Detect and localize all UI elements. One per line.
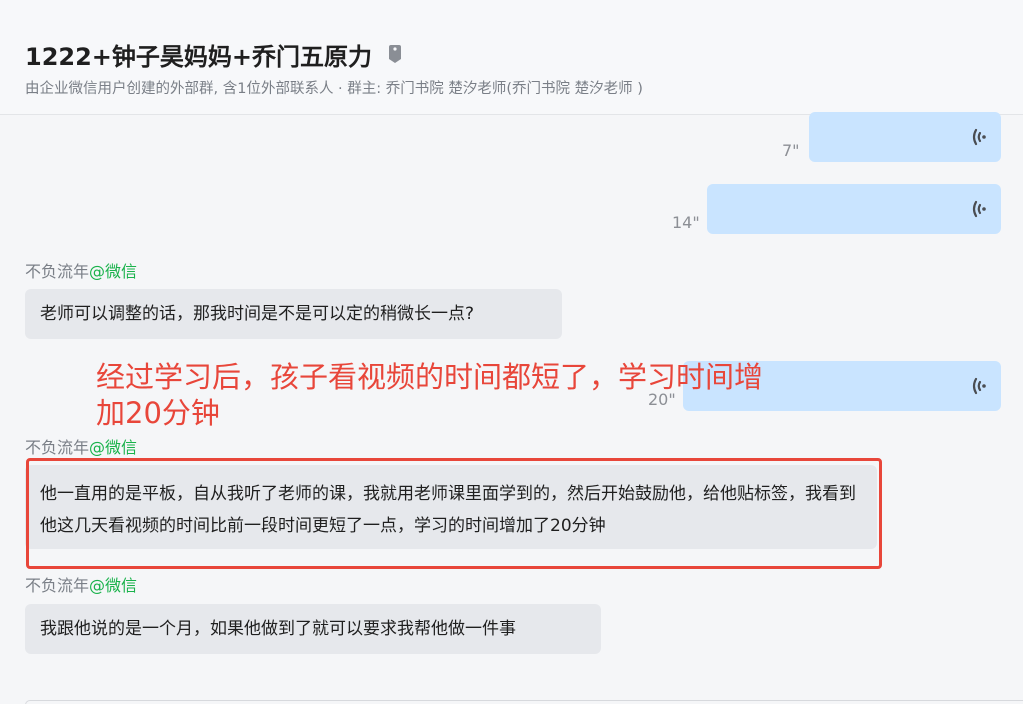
sender-source: @微信 (89, 262, 138, 281)
chat-header: 1222+钟子昊妈妈+乔门五原力 由企业微信用户创建的外部群, 含1位外部联系人… (0, 0, 1023, 115)
voice-duration: 14" (672, 213, 700, 232)
message-text: 他一直用的是平板，自从我听了老师的课，我就用老师课里面学到的，然后开始鼓励他，给… (40, 484, 856, 536)
sender-label: 不负流年@微信 (25, 258, 137, 282)
sender-label: 不负流年@微信 (25, 434, 137, 458)
sender-label: 不负流年@微信 (25, 572, 137, 596)
voice-duration: 7" (782, 141, 800, 160)
chat-title: 1222+钟子昊妈妈+乔门五原力 (25, 43, 373, 71)
next-message-edge (25, 700, 1023, 704)
chat-subtitle: 由企业微信用户创建的外部群, 含1位外部联系人 · 群主: 乔门书院 楚汐老师(… (25, 81, 643, 97)
message-text: 老师可以调整的话，那我时间是不是可以定的稍微长一点? (40, 304, 475, 324)
annotation-caption: 经过学习后，孩子看视频的时间都短了，学习时间增加20分钟 (96, 360, 764, 430)
incoming-text-bubble[interactable]: 我跟他说的是一个月，如果他做到了就可以要求我帮他做一件事 (25, 604, 601, 654)
sender-name[interactable]: 不负流年 (25, 262, 89, 281)
message-text: 我跟他说的是一个月，如果他做到了就可以要求我帮他做一件事 (40, 619, 516, 639)
voice-wave-icon (972, 128, 986, 146)
incoming-text-bubble[interactable]: 老师可以调整的话，那我时间是不是可以定的稍微长一点? (25, 289, 562, 339)
incoming-text-bubble[interactable]: 他一直用的是平板，自从我听了老师的课，我就用老师课里面学到的，然后开始鼓励他，给… (25, 465, 877, 549)
voice-wave-icon (972, 377, 986, 395)
sender-name[interactable]: 不负流年 (25, 438, 89, 457)
voice-message-bubble[interactable] (809, 112, 1001, 162)
chat-window: 1222+钟子昊妈妈+乔门五原力 由企业微信用户创建的外部群, 含1位外部联系人… (0, 0, 1023, 704)
sender-source: @微信 (89, 576, 138, 595)
voice-wave-icon (972, 200, 986, 218)
tag-icon[interactable] (388, 44, 402, 64)
sender-source: @微信 (89, 438, 138, 457)
sender-name[interactable]: 不负流年 (25, 576, 89, 595)
voice-message-bubble[interactable] (707, 184, 1001, 234)
